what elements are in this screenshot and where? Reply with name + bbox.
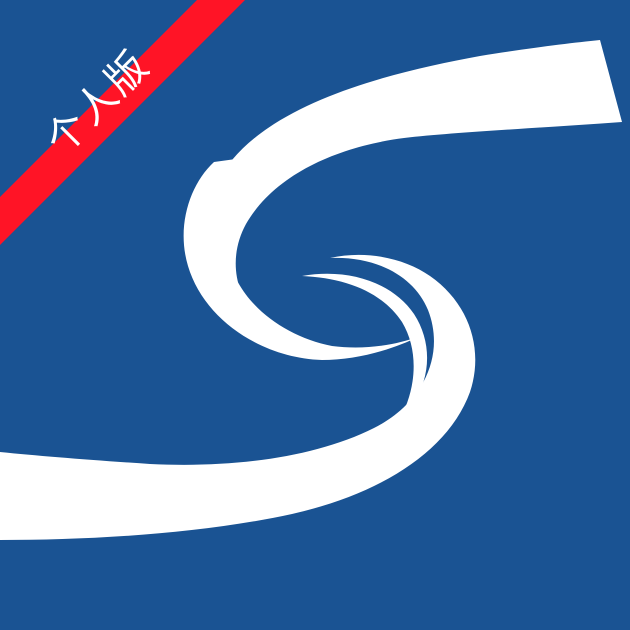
app-icon[interactable]: 个人版: [0, 0, 630, 630]
